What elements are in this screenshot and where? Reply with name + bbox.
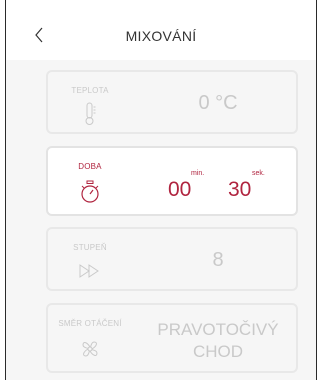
- temperature-card[interactable]: TEPLOTA 0 °C: [46, 70, 298, 134]
- time-value: 00 min. 30 sek.: [168, 170, 288, 208]
- speed-card[interactable]: STUPEŇ 8: [46, 227, 298, 291]
- fan-icon: [78, 337, 102, 361]
- time-minutes: 00: [168, 178, 192, 201]
- speed-label: STUPEŇ: [73, 243, 107, 252]
- direction-label: SMĚR OTÁČENÍ: [58, 319, 122, 328]
- speed-value: 8: [212, 249, 224, 271]
- direction-value-line2: CHOD: [192, 342, 244, 361]
- settings-panel: TEPLOTA 0 °C DOBA 00 min. 30 sek. STUPEŇ…: [6, 60, 316, 380]
- stopwatch-icon: [78, 180, 102, 204]
- temperature-label: TEPLOTA: [71, 86, 109, 95]
- direction-card[interactable]: SMĚR OTÁČENÍ PRAVOTOČIVÝ CHOD: [46, 303, 298, 373]
- app-frame: MIXOVÁNÍ TEPLOTA 0 °C DOBA 00 min. 30 se…: [5, 0, 317, 380]
- time-minutes-unit: min.: [191, 170, 205, 177]
- page-title: MIXOVÁNÍ: [125, 28, 197, 44]
- time-seconds-unit: sek.: [252, 170, 265, 177]
- direction-value: PRAVOTOČIVÝ CHOD: [144, 319, 292, 363]
- fast-forward-icon: [78, 259, 102, 283]
- time-label: DOBA: [78, 162, 102, 171]
- time-card[interactable]: DOBA 00 min. 30 sek.: [46, 146, 298, 216]
- thermometer-icon: [78, 102, 102, 126]
- temperature-value: 0 °C: [198, 92, 238, 114]
- time-seconds: 30: [228, 178, 252, 201]
- direction-value-line1: PRAVOTOČIVÝ: [157, 320, 279, 339]
